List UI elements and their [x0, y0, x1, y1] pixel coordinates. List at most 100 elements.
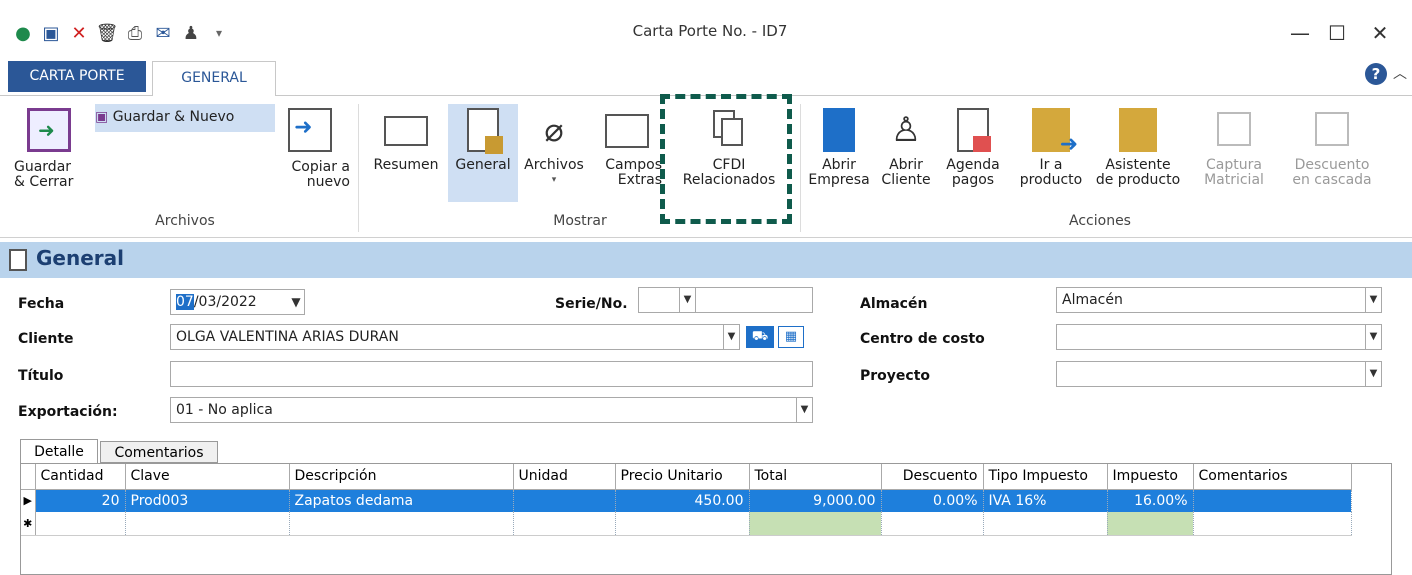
- centro-dropdown-icon[interactable]: ▼: [1365, 325, 1381, 349]
- resumen-button[interactable]: Resumen: [366, 108, 446, 173]
- trash-icon[interactable]: 🗑: [96, 22, 119, 44]
- cell-tipo-impuesto[interactable]: IVA 16%: [983, 489, 1108, 512]
- column-header[interactable]: Descuento: [881, 464, 984, 490]
- matrix-cube-icon: [1217, 112, 1251, 146]
- new-row[interactable]: ✱: [21, 512, 1352, 536]
- almacen-field[interactable]: Almacén ▼: [1056, 287, 1382, 313]
- cell-comentarios[interactable]: [1193, 489, 1352, 512]
- title-bar: ● ▣ ✕ 🗑 ⎙ ✉ ♟ ▾ Carta Porte No. - ID7 — …: [0, 0, 1412, 60]
- document-icon: [467, 108, 503, 154]
- column-header[interactable]: Precio Unitario: [615, 464, 750, 490]
- column-header[interactable]: Clave: [125, 464, 290, 490]
- tab-detalle[interactable]: Detalle: [20, 439, 98, 463]
- table-row[interactable]: ▶ 20 Prod003 Zapatos dedama 450.00 9,000…: [21, 489, 1352, 512]
- cell-unidad[interactable]: [513, 489, 616, 512]
- fecha-rest: /03/2022: [193, 294, 257, 310]
- guardar-nuevo-button[interactable]: ▣ Guardar & Nuevo: [95, 104, 275, 132]
- archivos-button[interactable]: ⌀ Archivos ▾: [518, 108, 590, 188]
- serie-field[interactable]: ▼: [638, 287, 696, 313]
- minimize-button[interactable]: —: [1280, 18, 1320, 48]
- general-button[interactable]: General: [450, 108, 516, 173]
- calendar-icon: [957, 108, 991, 152]
- save-icon[interactable]: ▣: [40, 22, 62, 44]
- group-label-acciones: Acciones: [1069, 213, 1131, 229]
- close-button[interactable]: ✕: [1360, 18, 1400, 48]
- tab-general[interactable]: GENERAL: [152, 61, 276, 96]
- centro-costo-field[interactable]: ▼: [1056, 324, 1382, 350]
- abrir-empresa-button[interactable]: Abrir Empresa: [806, 108, 872, 188]
- copiar-nuevo-button[interactable]: ➜ Copiar a nuevo: [270, 108, 350, 190]
- numero-field[interactable]: [695, 287, 813, 313]
- cell-cantidad[interactable]: [35, 512, 126, 536]
- asistente-producto-button[interactable]: Asistente de producto: [1090, 108, 1186, 188]
- fecha-field[interactable]: 07/03/2022 ▼: [170, 289, 305, 315]
- ir-producto-button[interactable]: ➜ Ir a producto: [1014, 108, 1088, 188]
- cell-precio[interactable]: 450.00: [615, 489, 750, 512]
- person-icon: ♙: [890, 110, 922, 150]
- proyecto-field[interactable]: ▼: [1056, 361, 1382, 387]
- campos-extras-button[interactable]: Campos Extras: [592, 108, 662, 188]
- cell-descuento[interactable]: [881, 512, 984, 536]
- discount-table-icon: [1315, 112, 1349, 146]
- column-header[interactable]: Impuesto: [1107, 464, 1194, 490]
- help-icon[interactable]: ?: [1365, 63, 1387, 85]
- cell-total[interactable]: 9,000.00: [749, 489, 882, 512]
- tab-carta-porte[interactable]: CARTA PORTE: [8, 61, 146, 92]
- cell-impuesto[interactable]: 16.00%: [1107, 489, 1194, 512]
- delete-icon[interactable]: ✕: [68, 22, 90, 44]
- column-header[interactable]: Descripción: [289, 464, 514, 490]
- copiar-label: Copiar a nuevo: [291, 159, 350, 190]
- print-icon[interactable]: ⎙: [124, 22, 146, 44]
- cell-unidad[interactable]: [513, 512, 616, 536]
- proyecto-dropdown-icon[interactable]: ▼: [1365, 362, 1381, 386]
- guardar-nuevo-label: Guardar & Nuevo: [112, 109, 235, 125]
- captura-matricial-button[interactable]: Captura Matricial: [1188, 108, 1280, 188]
- building-icon[interactable]: ▦: [778, 326, 804, 348]
- maximize-button[interactable]: ☐: [1317, 18, 1357, 48]
- exportacion-dropdown-icon[interactable]: ▼: [796, 398, 812, 422]
- cell-clave[interactable]: [125, 512, 290, 536]
- cell-descripcion[interactable]: [289, 512, 514, 536]
- user-icon[interactable]: ♟: [180, 22, 202, 44]
- column-header[interactable]: Unidad: [513, 464, 616, 490]
- exportacion-field[interactable]: 01 - No aplica ▼: [170, 397, 813, 423]
- fecha-dropdown-icon[interactable]: ▼: [288, 290, 304, 314]
- cell-tipo-impuesto[interactable]: [983, 512, 1108, 536]
- cell-precio[interactable]: [615, 512, 750, 536]
- detail-grid: Cantidad Clave Descripción Unidad Precio…: [20, 463, 1392, 575]
- copy-new-icon: ➜: [288, 108, 332, 152]
- serie-dropdown-icon[interactable]: ▼: [679, 288, 695, 312]
- tab-comentarios[interactable]: Comentarios: [100, 441, 218, 463]
- archivos-dropdown-icon: ▾: [551, 175, 557, 185]
- detail-table: Cantidad Clave Descripción Unidad Precio…: [21, 464, 1352, 536]
- cell-descripcion[interactable]: Zapatos dedama: [289, 489, 514, 512]
- cell-clave[interactable]: Prod003: [125, 489, 290, 512]
- cliente-dropdown-icon[interactable]: ▼: [723, 325, 739, 349]
- agenda-pagos-button[interactable]: Agenda pagos: [940, 108, 1006, 188]
- column-header[interactable]: Cantidad: [35, 464, 126, 490]
- asistente-label: Asistente de producto: [1095, 157, 1181, 188]
- cliente-field[interactable]: OLGA VALENTINA ARIAS DURAN ▼: [170, 324, 740, 350]
- collapse-ribbon-icon[interactable]: ︿: [1393, 63, 1407, 83]
- agenda-label: Agenda pagos: [946, 157, 1000, 188]
- column-header[interactable]: Comentarios: [1193, 464, 1352, 490]
- email-icon[interactable]: ✉: [152, 22, 174, 44]
- almacen-dropdown-icon[interactable]: ▼: [1365, 288, 1381, 312]
- titulo-field[interactable]: [170, 361, 813, 387]
- cell-cantidad[interactable]: 20: [35, 489, 126, 512]
- cell-descuento[interactable]: 0.00%: [881, 489, 984, 512]
- column-header[interactable]: Tipo Impuesto: [983, 464, 1108, 490]
- truck-icon[interactable]: ⛟: [746, 326, 774, 348]
- guardar-cerrar-button[interactable]: ➜ Guardar & Cerrar: [14, 108, 84, 190]
- cliente-value: OLGA VALENTINA ARIAS DURAN: [176, 329, 399, 345]
- cell-impuesto[interactable]: [1107, 512, 1194, 536]
- descuento-cascada-button[interactable]: Descuento en cascada: [1284, 108, 1380, 188]
- guardar-cerrar-label: Guardar & Cerrar: [14, 159, 74, 190]
- abrir-cliente-button[interactable]: ♙ Abrir Cliente: [876, 108, 936, 188]
- customize-toolbar-icon[interactable]: ▾: [208, 22, 230, 44]
- form-fields-icon: [605, 114, 649, 148]
- cell-total[interactable]: [749, 512, 882, 536]
- cell-comentarios[interactable]: [1193, 512, 1352, 536]
- column-header[interactable]: Total: [749, 464, 882, 490]
- ir-producto-label: Ir a producto: [1019, 157, 1083, 188]
